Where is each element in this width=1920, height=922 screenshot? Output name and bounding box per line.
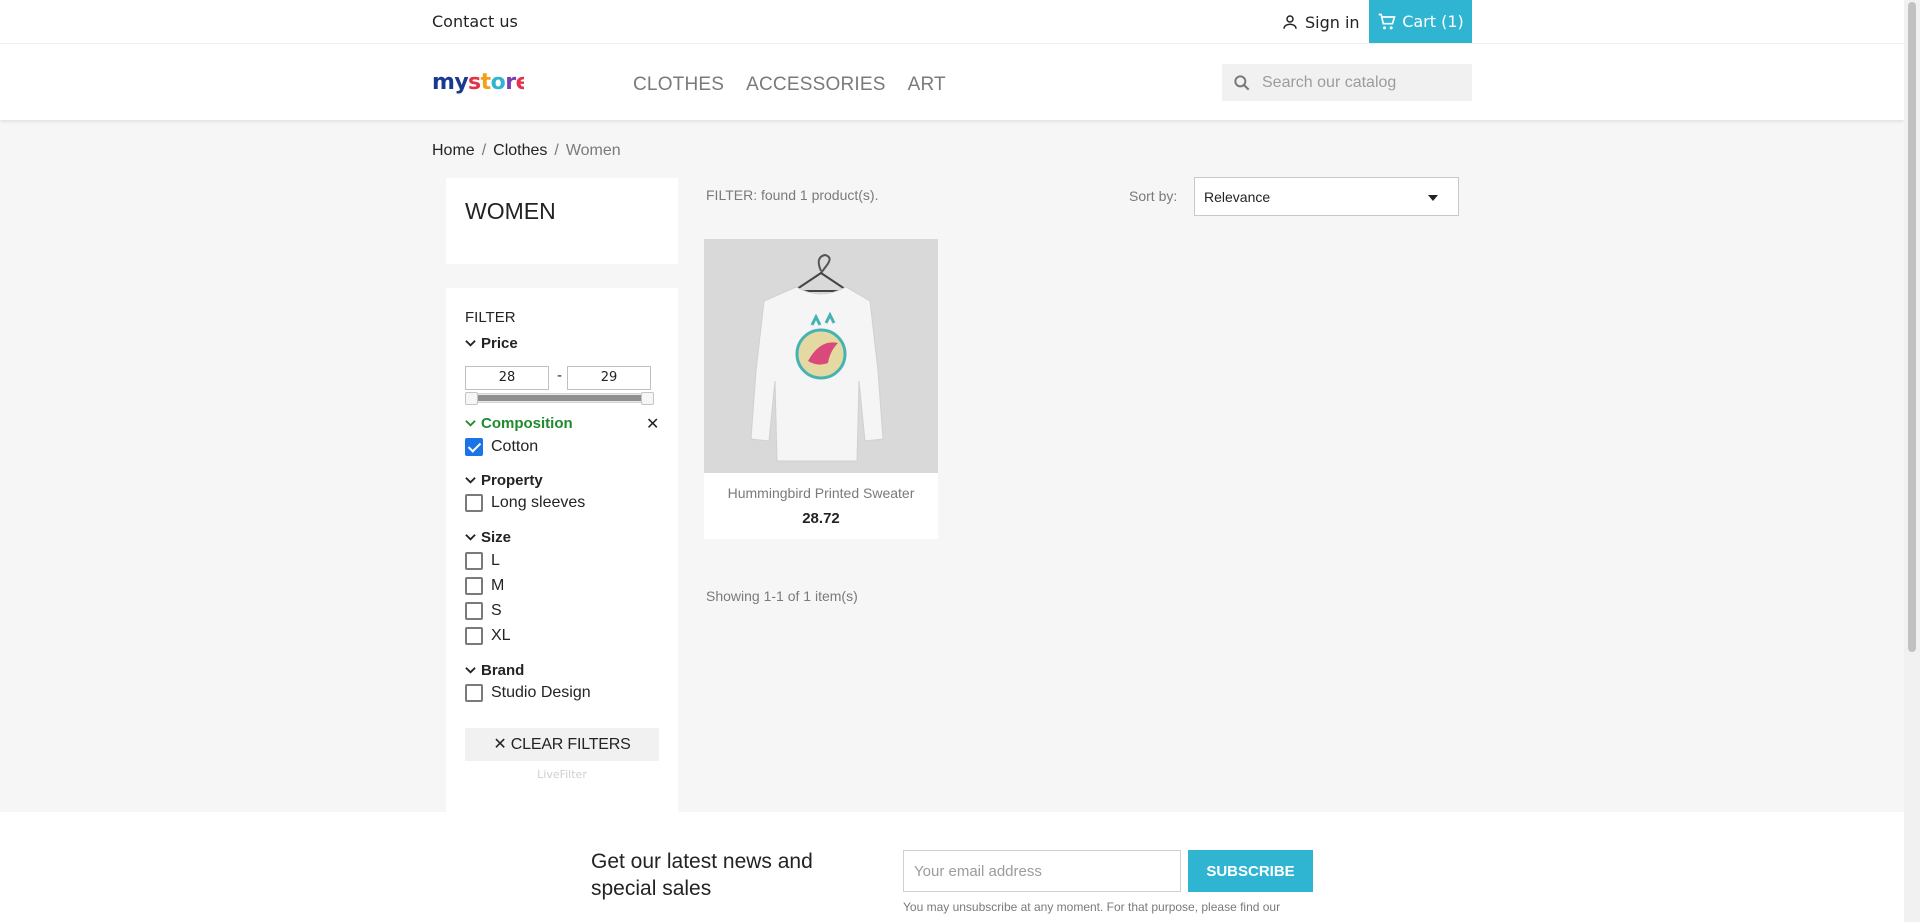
- checkbox-size-m-label: M: [491, 577, 505, 594]
- checkbox-row-cotton[interactable]: Cotton: [465, 438, 538, 456]
- newsletter-section: Get our latest news and special sales SU…: [0, 812, 1904, 922]
- breadcrumb: Home / Clothes / Women: [432, 142, 621, 160]
- sort-select[interactable]: Relevance: [1194, 177, 1459, 216]
- checkbox-size-l[interactable]: [465, 552, 483, 570]
- scrollbar-thumb[interactable]: [1908, 2, 1916, 652]
- newsletter-email-input[interactable]: [903, 850, 1181, 892]
- svg-text:store: store: [468, 70, 524, 95]
- menu-item-accessories[interactable]: ACCESSORIES: [746, 74, 885, 96]
- checkbox-row-long-sleeves[interactable]: Long sleeves: [465, 494, 585, 512]
- contact-us-link[interactable]: Contact us: [432, 12, 518, 31]
- chevron-down-icon: [465, 534, 476, 541]
- sign-in-label: Sign in: [1305, 12, 1360, 32]
- search-box: [1222, 64, 1472, 101]
- price-slider-min-handle[interactable]: [465, 392, 478, 405]
- checkbox-size-m[interactable]: [465, 577, 483, 595]
- product-image[interactable]: [704, 239, 938, 473]
- facet-brand-label: Brand: [481, 662, 525, 679]
- price-slider-range: [478, 395, 641, 401]
- checkbox-row-studio-design[interactable]: Studio Design: [465, 684, 591, 702]
- checkbox-size-xl-label: XL: [491, 627, 511, 644]
- product-name[interactable]: Hummingbird Printed Sweater: [704, 485, 938, 501]
- checkbox-size-s-label: S: [491, 602, 502, 619]
- header: my store CLOTHES ACCESSORIES ART: [0, 44, 1904, 120]
- chevron-down-icon: [465, 340, 476, 347]
- checkbox-cotton-label: Cotton: [491, 438, 539, 455]
- checkbox-studio-design[interactable]: [465, 684, 483, 702]
- checkbox-long-sleeves-label: Long sleeves: [491, 494, 586, 511]
- facet-composition-label: Composition: [481, 415, 573, 432]
- pagination-summary: Showing 1-1 of 1 item(s): [706, 588, 858, 604]
- checkbox-row-size-m[interactable]: M: [465, 577, 504, 595]
- top-nav: Contact us Sign in Cart (1): [0, 0, 1904, 44]
- clear-filters-button[interactable]: ✕ CLEAR FILTERS: [465, 728, 659, 761]
- livefilter-credit[interactable]: LiveFilter: [446, 768, 678, 781]
- category-title: WOMEN: [465, 198, 556, 224]
- search-input[interactable]: [1260, 72, 1460, 93]
- clear-composition-icon[interactable]: ✕: [646, 414, 659, 433]
- subscribe-button[interactable]: SUBSCRIBE: [1188, 850, 1313, 892]
- price-max-input[interactable]: 29: [567, 366, 651, 390]
- product-card[interactable]: Hummingbird Printed Sweater 28.72: [704, 239, 938, 539]
- checkbox-size-xl[interactable]: [465, 627, 483, 645]
- checkbox-row-size-xl[interactable]: XL: [465, 627, 511, 645]
- menu-item-clothes[interactable]: CLOTHES: [633, 74, 724, 96]
- cart-button[interactable]: Cart (1): [1369, 0, 1472, 43]
- sign-in-link[interactable]: Sign in: [1281, 11, 1360, 33]
- filter-panel: FILTER Price 28 - 29 Composition ✕ Cotto…: [446, 288, 678, 812]
- breadcrumb-separator: /: [554, 142, 559, 159]
- facet-size-toggle[interactable]: Size: [465, 529, 511, 546]
- chevron-down-icon: [465, 420, 476, 427]
- breadcrumb-separator: /: [481, 142, 487, 159]
- search-icon[interactable]: [1232, 73, 1252, 93]
- sort-select-value: Relevance: [1204, 188, 1271, 205]
- facet-price-toggle[interactable]: Price: [465, 335, 518, 352]
- facet-property-toggle[interactable]: Property: [465, 472, 543, 489]
- caret-down-icon: [1428, 195, 1438, 201]
- cart-icon: [1378, 13, 1396, 29]
- newsletter-note: You may unsubscribe at any moment. For t…: [903, 900, 1281, 914]
- facet-size-label: Size: [481, 529, 512, 546]
- product-price: 28.72: [802, 510, 840, 527]
- checkbox-cotton[interactable]: [465, 438, 483, 456]
- filter-result-count: FILTER: found 1 product(s).: [706, 187, 879, 203]
- checkbox-row-size-l[interactable]: L: [465, 552, 500, 570]
- chevron-down-icon: [465, 477, 476, 484]
- checkbox-studio-design-label: Studio Design: [491, 684, 591, 701]
- price-min-input[interactable]: 28: [465, 366, 549, 390]
- store-logo[interactable]: my store: [432, 68, 531, 102]
- checkbox-row-size-s[interactable]: S: [465, 602, 502, 620]
- breadcrumb-clothes[interactable]: Clothes: [493, 142, 547, 160]
- checkbox-size-s[interactable]: [465, 602, 483, 620]
- svg-text:my: my: [432, 70, 468, 95]
- price-slider-max-handle[interactable]: [641, 392, 654, 405]
- store-logo-graphic: my store: [432, 70, 531, 95]
- chevron-down-icon: [465, 667, 476, 674]
- cart-label: Cart (1): [1402, 12, 1464, 31]
- checkbox-long-sleeves[interactable]: [465, 494, 483, 512]
- price-dash: -: [557, 368, 563, 384]
- breadcrumb-women: Women: [565, 142, 621, 159]
- user-icon: [1283, 15, 1297, 29]
- product-sweater-image: [704, 239, 938, 473]
- checkbox-size-l-label: L: [491, 552, 500, 569]
- facet-price-label: Price: [481, 335, 518, 352]
- page-scrollbar[interactable]: [1904, 0, 1920, 922]
- main-menu: CLOTHES ACCESSORIES ART: [633, 74, 946, 96]
- facet-composition-toggle[interactable]: Composition: [465, 415, 573, 432]
- filter-heading: FILTER: [465, 309, 516, 326]
- newsletter-title: Get our latest news and special sales: [591, 850, 813, 900]
- facet-brand-toggle[interactable]: Brand: [465, 662, 524, 679]
- category-block: WOMEN: [446, 178, 678, 264]
- menu-item-art[interactable]: ART: [908, 74, 946, 96]
- facet-property-label: Property: [481, 472, 543, 489]
- breadcrumb-home[interactable]: Home: [432, 142, 475, 160]
- price-slider[interactable]: [465, 392, 654, 405]
- sort-label: Sort by:: [1129, 188, 1178, 204]
